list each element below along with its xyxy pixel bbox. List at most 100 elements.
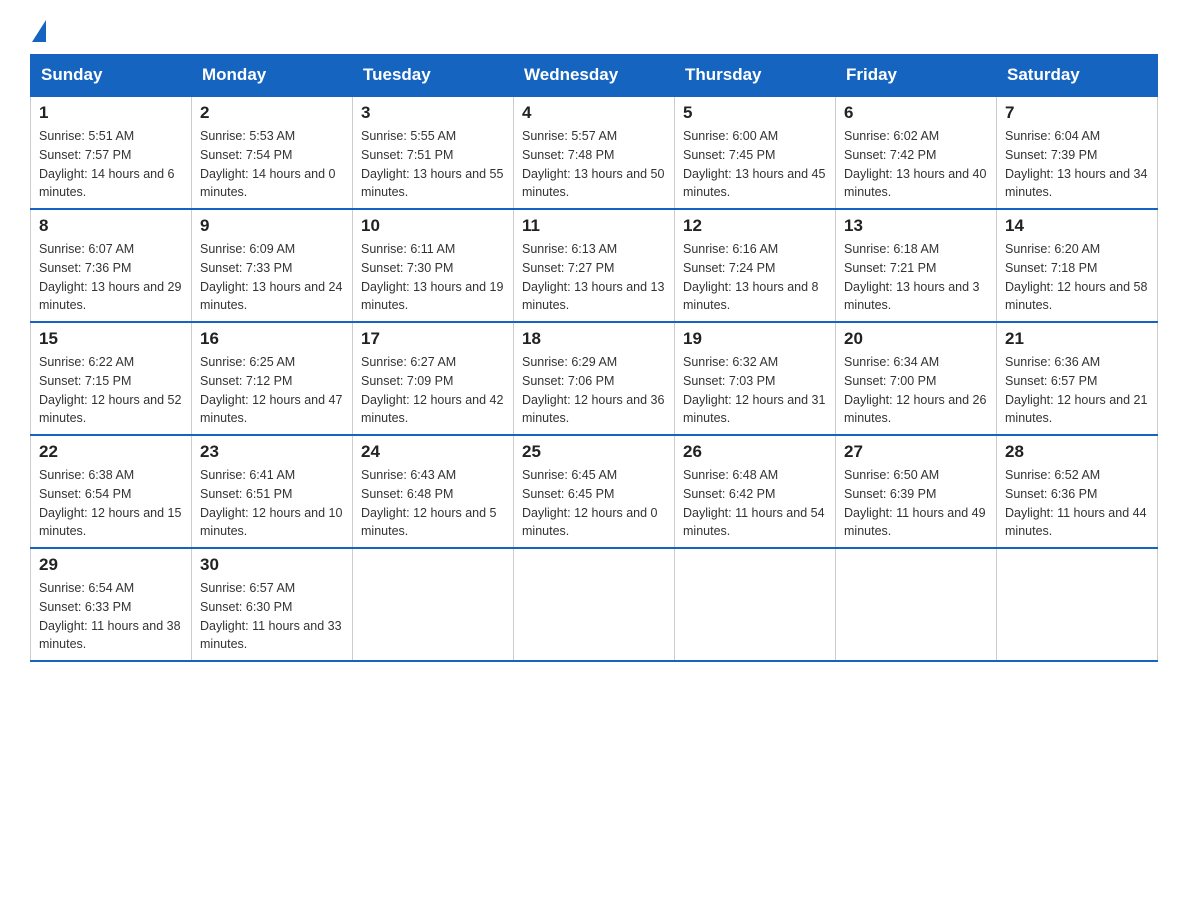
calendar-day-cell: 12 Sunrise: 6:16 AMSunset: 7:24 PMDayligh… bbox=[675, 209, 836, 322]
calendar-week-row: 22Sunrise: 6:38 AMSunset: 6:54 PMDayligh… bbox=[31, 435, 1158, 548]
calendar-week-row: 8 Sunrise: 6:07 AMSunset: 7:36 PMDaylight… bbox=[31, 209, 1158, 322]
calendar-day-cell bbox=[836, 548, 997, 661]
calendar-day-cell: 16 Sunrise: 6:25 AMSunset: 7:12 PMDayligh… bbox=[192, 322, 353, 435]
weekday-header-row: SundayMondayTuesdayWednesdayThursdayFrid… bbox=[31, 55, 1158, 97]
day-number: 5 bbox=[683, 103, 827, 123]
day-number: 15 bbox=[39, 329, 183, 349]
calendar-day-cell: 6 Sunrise: 6:02 AMSunset: 7:42 PMDaylight… bbox=[836, 96, 997, 209]
calendar-day-cell: 15 Sunrise: 6:22 AMSunset: 7:15 PMDayligh… bbox=[31, 322, 192, 435]
calendar-day-cell: 2Sunrise: 5:53 AMSunset: 7:54 PMDaylight… bbox=[192, 96, 353, 209]
calendar-day-cell: 26Sunrise: 6:48 AMSunset: 6:42 PMDayligh… bbox=[675, 435, 836, 548]
calendar-day-cell bbox=[353, 548, 514, 661]
day-info: Sunrise: 5:55 AMSunset: 7:51 PMDaylight:… bbox=[361, 127, 505, 202]
day-number: 6 bbox=[844, 103, 988, 123]
calendar-day-cell: 19 Sunrise: 6:32 AMSunset: 7:03 PMDayligh… bbox=[675, 322, 836, 435]
day-info: Sunrise: 6:29 AMSunset: 7:06 PMDaylight:… bbox=[522, 353, 666, 428]
calendar-day-cell: 30 Sunrise: 6:57 AMSunset: 6:30 PMDayligh… bbox=[192, 548, 353, 661]
day-number: 28 bbox=[1005, 442, 1149, 462]
calendar-day-cell: 18 Sunrise: 6:29 AMSunset: 7:06 PMDayligh… bbox=[514, 322, 675, 435]
day-number: 17 bbox=[361, 329, 505, 349]
day-info: Sunrise: 6:38 AMSunset: 6:54 PMDaylight:… bbox=[39, 466, 183, 541]
day-number: 11 bbox=[522, 216, 666, 236]
calendar-day-cell: 22Sunrise: 6:38 AMSunset: 6:54 PMDayligh… bbox=[31, 435, 192, 548]
day-number: 7 bbox=[1005, 103, 1149, 123]
day-info: Sunrise: 6:16 AMSunset: 7:24 PMDaylight:… bbox=[683, 240, 827, 315]
calendar-day-cell: 27 Sunrise: 6:50 AMSunset: 6:39 PMDayligh… bbox=[836, 435, 997, 548]
calendar-week-row: 29 Sunrise: 6:54 AMSunset: 6:33 PMDayligh… bbox=[31, 548, 1158, 661]
day-info: Sunrise: 6:57 AMSunset: 6:30 PMDaylight:… bbox=[200, 579, 344, 654]
day-number: 13 bbox=[844, 216, 988, 236]
day-number: 23 bbox=[200, 442, 344, 462]
calendar-day-cell: 4Sunrise: 5:57 AMSunset: 7:48 PMDaylight… bbox=[514, 96, 675, 209]
calendar-day-cell: 13 Sunrise: 6:18 AMSunset: 7:21 PMDayligh… bbox=[836, 209, 997, 322]
calendar-day-cell: 5 Sunrise: 6:00 AMSunset: 7:45 PMDaylight… bbox=[675, 96, 836, 209]
day-number: 12 bbox=[683, 216, 827, 236]
calendar-day-cell: 1 Sunrise: 5:51 AMSunset: 7:57 PMDaylight… bbox=[31, 96, 192, 209]
day-info: Sunrise: 6:43 AMSunset: 6:48 PMDaylight:… bbox=[361, 466, 505, 541]
day-info: Sunrise: 6:41 AMSunset: 6:51 PMDaylight:… bbox=[200, 466, 344, 541]
calendar-day-cell: 24 Sunrise: 6:43 AMSunset: 6:48 PMDayligh… bbox=[353, 435, 514, 548]
calendar-day-cell: 11 Sunrise: 6:13 AMSunset: 7:27 PMDayligh… bbox=[514, 209, 675, 322]
calendar-day-cell: 25 Sunrise: 6:45 AMSunset: 6:45 PMDayligh… bbox=[514, 435, 675, 548]
day-info: Sunrise: 6:45 AMSunset: 6:45 PMDaylight:… bbox=[522, 466, 666, 541]
day-number: 16 bbox=[200, 329, 344, 349]
day-info: Sunrise: 6:34 AMSunset: 7:00 PMDaylight:… bbox=[844, 353, 988, 428]
calendar-day-cell: 9Sunrise: 6:09 AMSunset: 7:33 PMDaylight… bbox=[192, 209, 353, 322]
day-info: Sunrise: 5:53 AMSunset: 7:54 PMDaylight:… bbox=[200, 127, 344, 202]
day-number: 19 bbox=[683, 329, 827, 349]
day-number: 20 bbox=[844, 329, 988, 349]
day-info: Sunrise: 6:02 AMSunset: 7:42 PMDaylight:… bbox=[844, 127, 988, 202]
day-info: Sunrise: 6:32 AMSunset: 7:03 PMDaylight:… bbox=[683, 353, 827, 428]
day-number: 30 bbox=[200, 555, 344, 575]
weekday-header-tuesday: Tuesday bbox=[353, 55, 514, 97]
calendar-table: SundayMondayTuesdayWednesdayThursdayFrid… bbox=[30, 54, 1158, 662]
day-number: 14 bbox=[1005, 216, 1149, 236]
day-info: Sunrise: 6:50 AMSunset: 6:39 PMDaylight:… bbox=[844, 466, 988, 541]
weekday-header-monday: Monday bbox=[192, 55, 353, 97]
calendar-day-cell: 28 Sunrise: 6:52 AMSunset: 6:36 PMDayligh… bbox=[997, 435, 1158, 548]
calendar-day-cell: 21Sunrise: 6:36 AMSunset: 6:57 PMDayligh… bbox=[997, 322, 1158, 435]
day-number: 25 bbox=[522, 442, 666, 462]
day-info: Sunrise: 6:00 AMSunset: 7:45 PMDaylight:… bbox=[683, 127, 827, 202]
weekday-header-saturday: Saturday bbox=[997, 55, 1158, 97]
day-number: 27 bbox=[844, 442, 988, 462]
day-info: Sunrise: 6:25 AMSunset: 7:12 PMDaylight:… bbox=[200, 353, 344, 428]
calendar-day-cell: 7Sunrise: 6:04 AMSunset: 7:39 PMDaylight… bbox=[997, 96, 1158, 209]
calendar-day-cell: 14 Sunrise: 6:20 AMSunset: 7:18 PMDayligh… bbox=[997, 209, 1158, 322]
day-number: 18 bbox=[522, 329, 666, 349]
day-info: Sunrise: 6:09 AMSunset: 7:33 PMDaylight:… bbox=[200, 240, 344, 315]
day-number: 3 bbox=[361, 103, 505, 123]
calendar-day-cell bbox=[514, 548, 675, 661]
day-info: Sunrise: 6:18 AMSunset: 7:21 PMDaylight:… bbox=[844, 240, 988, 315]
day-number: 29 bbox=[39, 555, 183, 575]
calendar-day-cell bbox=[997, 548, 1158, 661]
day-number: 24 bbox=[361, 442, 505, 462]
calendar-day-cell: 10 Sunrise: 6:11 AMSunset: 7:30 PMDayligh… bbox=[353, 209, 514, 322]
day-info: Sunrise: 6:07 AMSunset: 7:36 PMDaylight:… bbox=[39, 240, 183, 315]
day-info: Sunrise: 5:51 AMSunset: 7:57 PMDaylight:… bbox=[39, 127, 183, 202]
day-info: Sunrise: 6:54 AMSunset: 6:33 PMDaylight:… bbox=[39, 579, 183, 654]
day-info: Sunrise: 6:13 AMSunset: 7:27 PMDaylight:… bbox=[522, 240, 666, 315]
page-header bbox=[30, 20, 1158, 44]
day-info: Sunrise: 6:11 AMSunset: 7:30 PMDaylight:… bbox=[361, 240, 505, 315]
calendar-day-cell: 20 Sunrise: 6:34 AMSunset: 7:00 PMDayligh… bbox=[836, 322, 997, 435]
day-info: Sunrise: 6:22 AMSunset: 7:15 PMDaylight:… bbox=[39, 353, 183, 428]
day-number: 10 bbox=[361, 216, 505, 236]
day-number: 1 bbox=[39, 103, 183, 123]
logo-triangle-icon bbox=[32, 20, 46, 42]
logo bbox=[30, 20, 46, 44]
day-info: Sunrise: 6:48 AMSunset: 6:42 PMDaylight:… bbox=[683, 466, 827, 541]
day-info: Sunrise: 6:20 AMSunset: 7:18 PMDaylight:… bbox=[1005, 240, 1149, 315]
weekday-header-friday: Friday bbox=[836, 55, 997, 97]
calendar-week-row: 15 Sunrise: 6:22 AMSunset: 7:15 PMDayligh… bbox=[31, 322, 1158, 435]
weekday-header-thursday: Thursday bbox=[675, 55, 836, 97]
calendar-day-cell: 8 Sunrise: 6:07 AMSunset: 7:36 PMDaylight… bbox=[31, 209, 192, 322]
weekday-header-wednesday: Wednesday bbox=[514, 55, 675, 97]
calendar-day-cell: 3 Sunrise: 5:55 AMSunset: 7:51 PMDaylight… bbox=[353, 96, 514, 209]
calendar-day-cell: 29 Sunrise: 6:54 AMSunset: 6:33 PMDayligh… bbox=[31, 548, 192, 661]
day-info: Sunrise: 6:52 AMSunset: 6:36 PMDaylight:… bbox=[1005, 466, 1149, 541]
day-number: 8 bbox=[39, 216, 183, 236]
weekday-header-sunday: Sunday bbox=[31, 55, 192, 97]
calendar-day-cell: 23 Sunrise: 6:41 AMSunset: 6:51 PMDayligh… bbox=[192, 435, 353, 548]
calendar-day-cell bbox=[675, 548, 836, 661]
